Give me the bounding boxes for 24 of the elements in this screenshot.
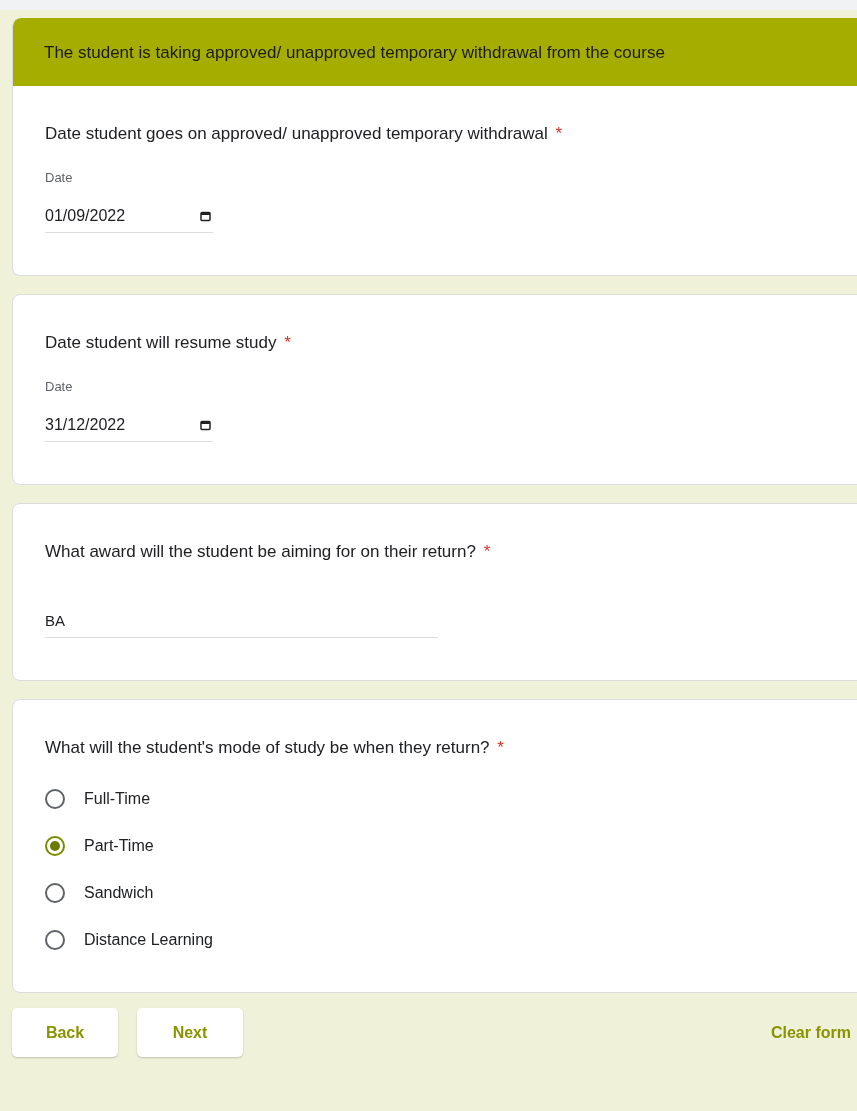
radio-button[interactable] [45, 836, 65, 856]
radio-button[interactable] [45, 789, 65, 809]
required-asterisk: * [497, 738, 504, 757]
answer-field[interactable]: BA [45, 608, 438, 638]
radio-button[interactable] [45, 930, 65, 950]
option-label: Part-Time [84, 837, 154, 855]
question-title: What award will the student be aiming for on their return? [45, 542, 476, 561]
required-asterisk: * [483, 542, 491, 561]
calendar-icon [200, 210, 211, 222]
question-title: What will the student's mode of study be when they return? [45, 738, 490, 757]
radio-button[interactable] [45, 883, 65, 903]
question-title: Date student goes on approved/ unapproved temporary withdrawal [45, 124, 548, 143]
option-label: Sandwich [84, 884, 154, 902]
calendar-icon [200, 419, 211, 431]
date-field[interactable]: 31/12/2022 [45, 412, 213, 442]
required-asterisk: * [555, 124, 563, 143]
option-label: Distance Learning [84, 931, 213, 949]
required-asterisk: * [284, 333, 291, 352]
date-field[interactable]: 01/09/2022 [45, 203, 213, 233]
field-label: Date [45, 379, 74, 394]
section-header: The student is taking approved/ unapproved temporary withdrawal from the course [13, 18, 857, 86]
option-label: Full-Time [84, 790, 151, 808]
field-label: Date [45, 170, 74, 185]
question-title: Date student will resume study [45, 333, 277, 352]
